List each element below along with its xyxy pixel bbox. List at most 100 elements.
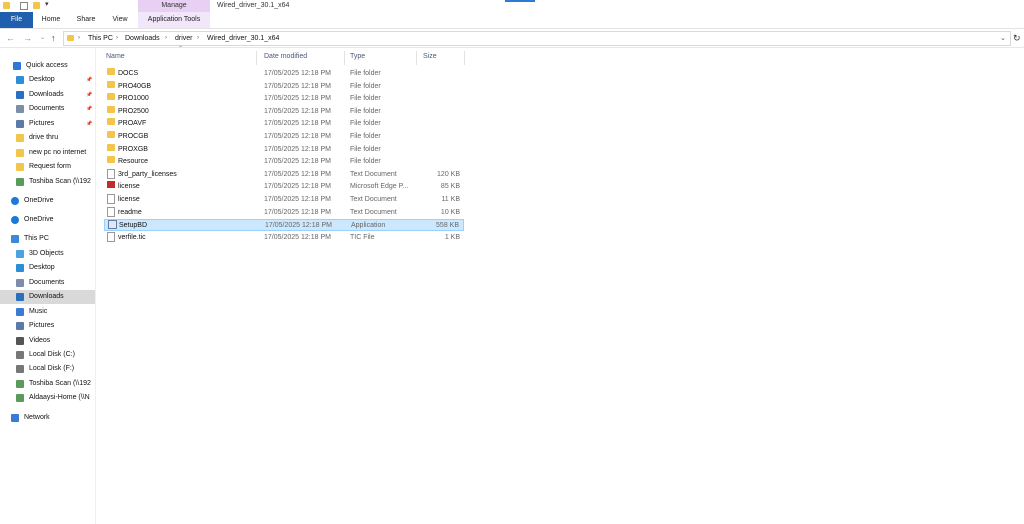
nav-item[interactable]: Documents: [0, 276, 95, 290]
sort-up-icon: ⌃: [178, 46, 184, 52]
chevron-right-icon[interactable]: ›: [197, 32, 199, 45]
nav-item[interactable]: drive thru: [0, 131, 95, 145]
nav-item[interactable]: Videos: [0, 334, 95, 348]
file-type: File folder: [350, 158, 381, 166]
file-row[interactable]: verfile.tic 17/05/2025 12:18 PM TIC File 1 …: [104, 231, 464, 244]
file-row[interactable]: Resource 17/05/2025 12:18 PM File folder: [104, 156, 464, 168]
nav-item[interactable]: Network: [0, 411, 95, 425]
file-row[interactable]: PROXGB 17/05/2025 12:18 PM File folder: [104, 143, 464, 156]
column-divider[interactable]: [464, 51, 465, 65]
crumb-current-folder[interactable]: Wired_driver_30.1_x64: [207, 32, 279, 45]
crumb-downloads[interactable]: Downloads: [125, 32, 160, 45]
nav-item[interactable]: Aldaaysi-Home (\\N: [0, 391, 95, 405]
column-header-size[interactable]: Size: [423, 51, 437, 63]
file-date: 17/05/2025 12:18 PM: [264, 196, 331, 203]
title-accent: [505, 0, 535, 2]
column-divider[interactable]: [256, 51, 257, 65]
nav-item[interactable]: OneDrive: [0, 213, 95, 227]
folder-icon: [16, 149, 24, 157]
documents-icon: [16, 105, 24, 113]
nav-item[interactable]: Music: [0, 305, 95, 319]
file-row[interactable]: license 17/05/2025 12:18 PM Text Document 1…: [104, 194, 464, 206]
file-type: File folder: [350, 120, 381, 128]
computer-icon: [11, 235, 19, 243]
tab-file[interactable]: File: [0, 12, 33, 28]
column-divider[interactable]: [416, 51, 417, 65]
customize-arrow-icon[interactable]: ▾: [45, 1, 52, 8]
nav-item[interactable]: new pc no internet: [0, 146, 95, 160]
file-date: 17/05/2025 12:18 PM: [264, 70, 331, 77]
folder-icon[interactable]: [3, 2, 10, 9]
tab-share[interactable]: Share: [73, 12, 99, 28]
properties-icon[interactable]: [20, 2, 28, 10]
chevron-right-icon[interactable]: ›: [116, 32, 118, 45]
file-list: ⌃ Name Date modified Type Size DOCS 17/05…: [96, 46, 1024, 524]
address-bar[interactable]: › This PC › Downloads › driver › Wired_d…: [63, 31, 1011, 46]
nav-item[interactable]: OneDrive: [0, 194, 95, 208]
crumb-this-pc[interactable]: This PC: [88, 32, 113, 45]
file-row[interactable]: PRO1000 17/05/2025 12:18 PM File folder: [104, 93, 464, 105]
pictures-icon: [16, 120, 24, 128]
manage-context-tab[interactable]: Manage: [138, 0, 210, 12]
nav-item[interactable]: Desktop 📌: [0, 73, 95, 87]
forward-arrow-icon[interactable]: →: [23, 32, 32, 44]
nav-item[interactable]: Downloads: [0, 290, 95, 304]
file-row[interactable]: 3rd_party_licenses 17/05/2025 12:18 PM Tex…: [104, 168, 464, 181]
folder-icon: [107, 80, 115, 88]
nav-item-label: Desktop: [29, 76, 55, 83]
nav-item[interactable]: 3D Objects: [0, 247, 95, 261]
file-date: 17/05/2025 12:18 PM: [264, 95, 331, 103]
download-icon: [16, 91, 24, 99]
file-row[interactable]: SetupBD 17/05/2025 12:18 PM Application 558…: [104, 219, 464, 232]
file-name: license: [118, 183, 140, 191]
back-arrow-icon[interactable]: ←: [6, 32, 15, 44]
nav-item[interactable]: Toshiba Scan (\\192: [0, 377, 95, 391]
tab-view[interactable]: View: [108, 12, 132, 28]
up-arrow-icon[interactable]: ↑: [51, 32, 56, 44]
tab-application-tools[interactable]: Application Tools: [138, 12, 210, 28]
file-row[interactable]: PRO2500 17/05/2025 12:18 PM File folder: [104, 105, 464, 118]
nav-item-label: Local Disk (F:): [29, 365, 75, 372]
nav-item[interactable]: Toshiba Scan (\\192: [0, 175, 95, 189]
file-row[interactable]: PROCGB 17/05/2025 12:18 PM File folder: [104, 131, 464, 143]
cube-icon: [16, 250, 24, 258]
nav-item[interactable]: Local Disk (F:): [0, 362, 95, 376]
file-row[interactable]: PROAVF 17/05/2025 12:18 PM File folder: [104, 118, 464, 130]
file-date: 17/05/2025 12:18 PM: [264, 208, 331, 216]
file-size: 11 KB: [441, 196, 460, 203]
column-header-date[interactable]: Date modified: [264, 51, 307, 63]
nav-item[interactable]: Pictures 📌: [0, 117, 95, 131]
file-name: verfile.tic: [118, 233, 146, 241]
refresh-icon[interactable]: ↻: [1013, 32, 1021, 44]
chevron-right-icon[interactable]: ›: [165, 32, 167, 45]
music-icon: [16, 308, 24, 316]
recent-dropdown-icon[interactable]: ⌄: [40, 32, 45, 44]
crumb-driver[interactable]: driver: [175, 32, 193, 45]
nav-item-label: Local Disk (C:): [29, 351, 75, 358]
chevron-down-icon[interactable]: ⌄: [1000, 32, 1006, 45]
file-date: 17/05/2025 12:18 PM: [264, 183, 331, 191]
tab-home[interactable]: Home: [38, 12, 64, 28]
nav-item[interactable]: Downloads 📌: [0, 88, 95, 102]
file-row[interactable]: license 17/05/2025 12:18 PM Microsoft Edge…: [104, 181, 464, 193]
folder-icon: [16, 163, 24, 171]
nav-item[interactable]: Pictures: [0, 319, 95, 333]
nav-item[interactable]: Documents 📌: [0, 102, 95, 116]
file-row[interactable]: DOCS 17/05/2025 12:18 PM File folder: [104, 68, 464, 80]
nav-item[interactable]: This PC: [0, 232, 95, 246]
application-icon: [108, 220, 117, 230]
address-row: ← → ⌄ ↑ › This PC › Downloads › driver ›…: [0, 29, 1024, 48]
nav-item[interactable]: Request form: [0, 160, 95, 174]
file-row[interactable]: PRO40GB 17/05/2025 12:18 PM File folder: [104, 80, 464, 93]
nav-item[interactable]: Desktop: [0, 261, 95, 275]
column-divider[interactable]: [344, 51, 345, 65]
nav-item[interactable]: Local Disk (C:): [0, 348, 95, 362]
column-header-type[interactable]: Type: [350, 51, 365, 63]
file-type: Application: [351, 222, 386, 230]
nav-item[interactable]: Quick access: [0, 59, 95, 73]
download-icon: [16, 293, 24, 301]
file-row[interactable]: readme 17/05/2025 12:18 PM Text Document 10…: [104, 206, 464, 219]
new-folder-icon[interactable]: [33, 2, 40, 9]
file-type: File folder: [350, 133, 381, 140]
column-header-name[interactable]: Name: [106, 51, 125, 63]
